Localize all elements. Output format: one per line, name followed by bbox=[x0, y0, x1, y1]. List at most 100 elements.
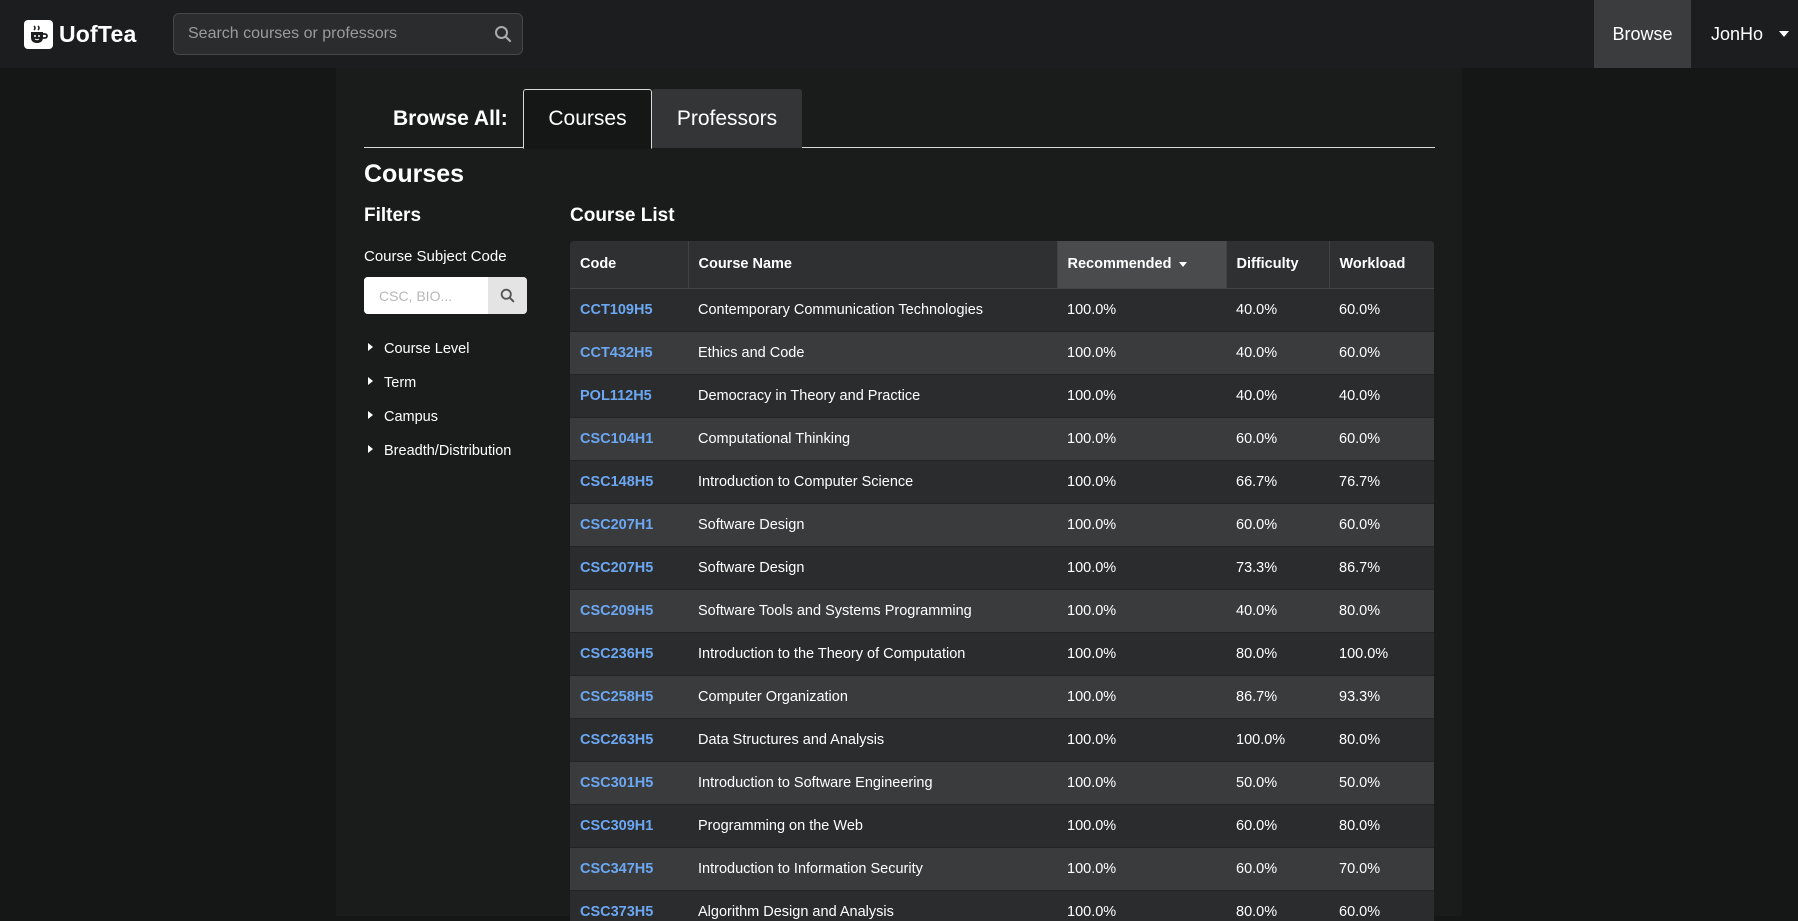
course-code-link[interactable]: CSC258H5 bbox=[580, 689, 653, 705]
filter-course-level[interactable]: Course Level bbox=[368, 332, 511, 366]
course-code-link[interactable]: CSC209H5 bbox=[580, 603, 653, 619]
cell-difficulty: 100.0% bbox=[1226, 718, 1329, 762]
cell-difficulty: 80.0% bbox=[1226, 890, 1329, 921]
column-header-difficulty[interactable]: Difficulty bbox=[1226, 241, 1330, 289]
table-row[interactable]: CSC263H5 Data Structures and Analysis 100.… bbox=[570, 718, 1434, 762]
course-code-link[interactable]: CSC263H5 bbox=[580, 732, 653, 748]
filter-campus[interactable]: Campus bbox=[368, 400, 511, 434]
caret-down-icon bbox=[1779, 31, 1790, 37]
cell-recommended: 100.0% bbox=[1057, 761, 1226, 805]
cell-workload: 76.7% bbox=[1329, 460, 1434, 504]
cell-course-name: Ethics and Code bbox=[688, 331, 1057, 375]
tab-professors-label: Professors bbox=[676, 106, 778, 130]
column-header-code[interactable]: Code bbox=[570, 241, 689, 289]
filter-label: Campus bbox=[384, 409, 438, 425]
course-code-link[interactable]: CSC207H5 bbox=[580, 560, 653, 576]
cell-recommended: 100.0% bbox=[1057, 718, 1226, 762]
cell-course-name: Computational Thinking bbox=[688, 417, 1057, 461]
nav-browse-label: Browse bbox=[1612, 23, 1673, 44]
course-code-link[interactable]: CSC104H1 bbox=[580, 431, 653, 447]
table-row[interactable]: CSC209H5 Software Tools and Systems Progr… bbox=[570, 589, 1434, 633]
filter-label: Term bbox=[384, 375, 417, 391]
cell-difficulty: 50.0% bbox=[1226, 761, 1329, 805]
nav-browse-link[interactable]: Browse bbox=[1594, 0, 1691, 68]
table-row[interactable]: CSC236H5 Introduction to the Theory of Co… bbox=[570, 632, 1434, 676]
cell-recommended: 100.0% bbox=[1057, 503, 1226, 547]
filter-term[interactable]: Term bbox=[368, 366, 511, 400]
filter-list: Course Level Term Campus Breadth/Distrib… bbox=[368, 332, 511, 468]
table-row[interactable]: CCT432H5 Ethics and Code 100.0% 40.0% 60.0% bbox=[570, 331, 1434, 375]
cell-recommended: 100.0% bbox=[1057, 804, 1226, 848]
course-code-link[interactable]: POL112H5 bbox=[580, 388, 652, 404]
filters-heading: Filters bbox=[364, 205, 422, 226]
cell-workload: 60.0% bbox=[1329, 331, 1434, 375]
column-header-course-name[interactable]: Course Name bbox=[688, 241, 1058, 289]
subject-code-search bbox=[364, 277, 527, 314]
course-code-link[interactable]: CSC373H5 bbox=[580, 904, 653, 920]
cell-code: CSC373H5 bbox=[570, 890, 688, 921]
caret-right-icon bbox=[368, 444, 373, 453]
cell-code: CSC104H1 bbox=[570, 417, 688, 461]
global-search-input[interactable] bbox=[188, 14, 478, 54]
cell-workload: 93.3% bbox=[1329, 675, 1434, 719]
table-row[interactable]: CCT109H5 Contemporary Communication Techn… bbox=[570, 288, 1434, 332]
course-code-link[interactable]: CSC347H5 bbox=[580, 861, 653, 877]
cell-course-name: Democracy in Theory and Practice bbox=[688, 374, 1057, 418]
cell-recommended: 100.0% bbox=[1057, 417, 1226, 461]
column-header-recommended[interactable]: Recommended bbox=[1057, 241, 1227, 289]
table-row[interactable]: CSC347H5 Introduction to Information Secu… bbox=[570, 847, 1434, 891]
subject-code-input[interactable] bbox=[364, 277, 488, 314]
caret-right-icon bbox=[368, 376, 373, 385]
course-code-link[interactable]: CCT432H5 bbox=[580, 345, 653, 361]
cell-code: CSC148H5 bbox=[570, 460, 688, 504]
table-header-row: Code Course Name Recommended Difficulty … bbox=[570, 241, 1434, 289]
cell-workload: 80.0% bbox=[1329, 804, 1434, 848]
course-table: Code Course Name Recommended Difficulty … bbox=[570, 241, 1434, 921]
course-code-link[interactable]: CCT109H5 bbox=[580, 302, 653, 318]
browse-all-label: Browse All: bbox=[393, 107, 508, 130]
tab-professors[interactable]: Professors bbox=[652, 89, 802, 148]
search-icon[interactable] bbox=[494, 25, 512, 43]
cell-difficulty: 60.0% bbox=[1226, 417, 1329, 461]
cell-recommended: 100.0% bbox=[1057, 374, 1226, 418]
table-row[interactable]: CSC373H5 Algorithm Design and Analysis 100… bbox=[570, 890, 1434, 921]
course-code-link[interactable]: CSC301H5 bbox=[580, 775, 653, 791]
cell-code: CSC263H5 bbox=[570, 718, 688, 762]
course-code-link[interactable]: CSC207H1 bbox=[580, 517, 653, 533]
cell-difficulty: 40.0% bbox=[1226, 589, 1329, 633]
cell-recommended: 100.0% bbox=[1057, 589, 1226, 633]
table-row[interactable]: CSC104H1 Computational Thinking 100.0% 60.0… bbox=[570, 417, 1434, 461]
tab-courses[interactable]: Courses bbox=[523, 89, 652, 149]
course-code-link[interactable]: CSC148H5 bbox=[580, 474, 653, 490]
table-row[interactable]: CSC148H5 Introduction to Computer Science… bbox=[570, 460, 1434, 504]
table-row[interactable]: CSC309H1 Programming on the Web 100.0% 60.0… bbox=[570, 804, 1434, 848]
cell-workload: 60.0% bbox=[1329, 503, 1434, 547]
cell-course-name: Introduction to the Theory of Computatio… bbox=[688, 632, 1057, 676]
cell-recommended: 100.0% bbox=[1057, 675, 1226, 719]
course-code-link[interactable]: CSC309H1 bbox=[580, 818, 653, 834]
sort-desc-icon bbox=[1179, 261, 1188, 267]
column-header-workload[interactable]: Workload bbox=[1329, 241, 1434, 289]
cell-recommended: 100.0% bbox=[1057, 460, 1226, 504]
subject-code-label: Course Subject Code bbox=[364, 248, 507, 265]
filter-label: Breadth/Distribution bbox=[384, 443, 512, 459]
table-row[interactable]: CSC207H1 Software Design 100.0% 60.0% 60.0% bbox=[570, 503, 1434, 547]
filter-label: Course Level bbox=[384, 341, 470, 357]
cell-workload: 80.0% bbox=[1329, 718, 1434, 762]
filter-breadth-distribution[interactable]: Breadth/Distribution bbox=[368, 434, 511, 468]
cell-workload: 86.7% bbox=[1329, 546, 1434, 590]
course-code-link[interactable]: CSC236H5 bbox=[580, 646, 653, 662]
subject-search-button[interactable] bbox=[488, 277, 527, 314]
brand-home-link[interactable]: UofTea bbox=[24, 18, 136, 50]
table-row[interactable]: CSC301H5 Introduction to Software Enginee… bbox=[570, 761, 1434, 805]
user-menu-toggle[interactable]: JonHo bbox=[1711, 0, 1790, 68]
caret-right-icon bbox=[368, 410, 373, 419]
cell-course-name: Data Structures and Analysis bbox=[688, 718, 1057, 762]
table-row[interactable]: POL112H5 Democracy in Theory and Practice… bbox=[570, 374, 1434, 418]
cell-code: CSC207H5 bbox=[570, 546, 688, 590]
cell-difficulty: 73.3% bbox=[1226, 546, 1329, 590]
cell-recommended: 100.0% bbox=[1057, 632, 1226, 676]
cell-workload: 70.0% bbox=[1329, 847, 1434, 891]
table-row[interactable]: CSC258H5 Computer Organization 100.0% 86.7%… bbox=[570, 675, 1434, 719]
table-row[interactable]: CSC207H5 Software Design 100.0% 73.3% 86.7% bbox=[570, 546, 1434, 590]
